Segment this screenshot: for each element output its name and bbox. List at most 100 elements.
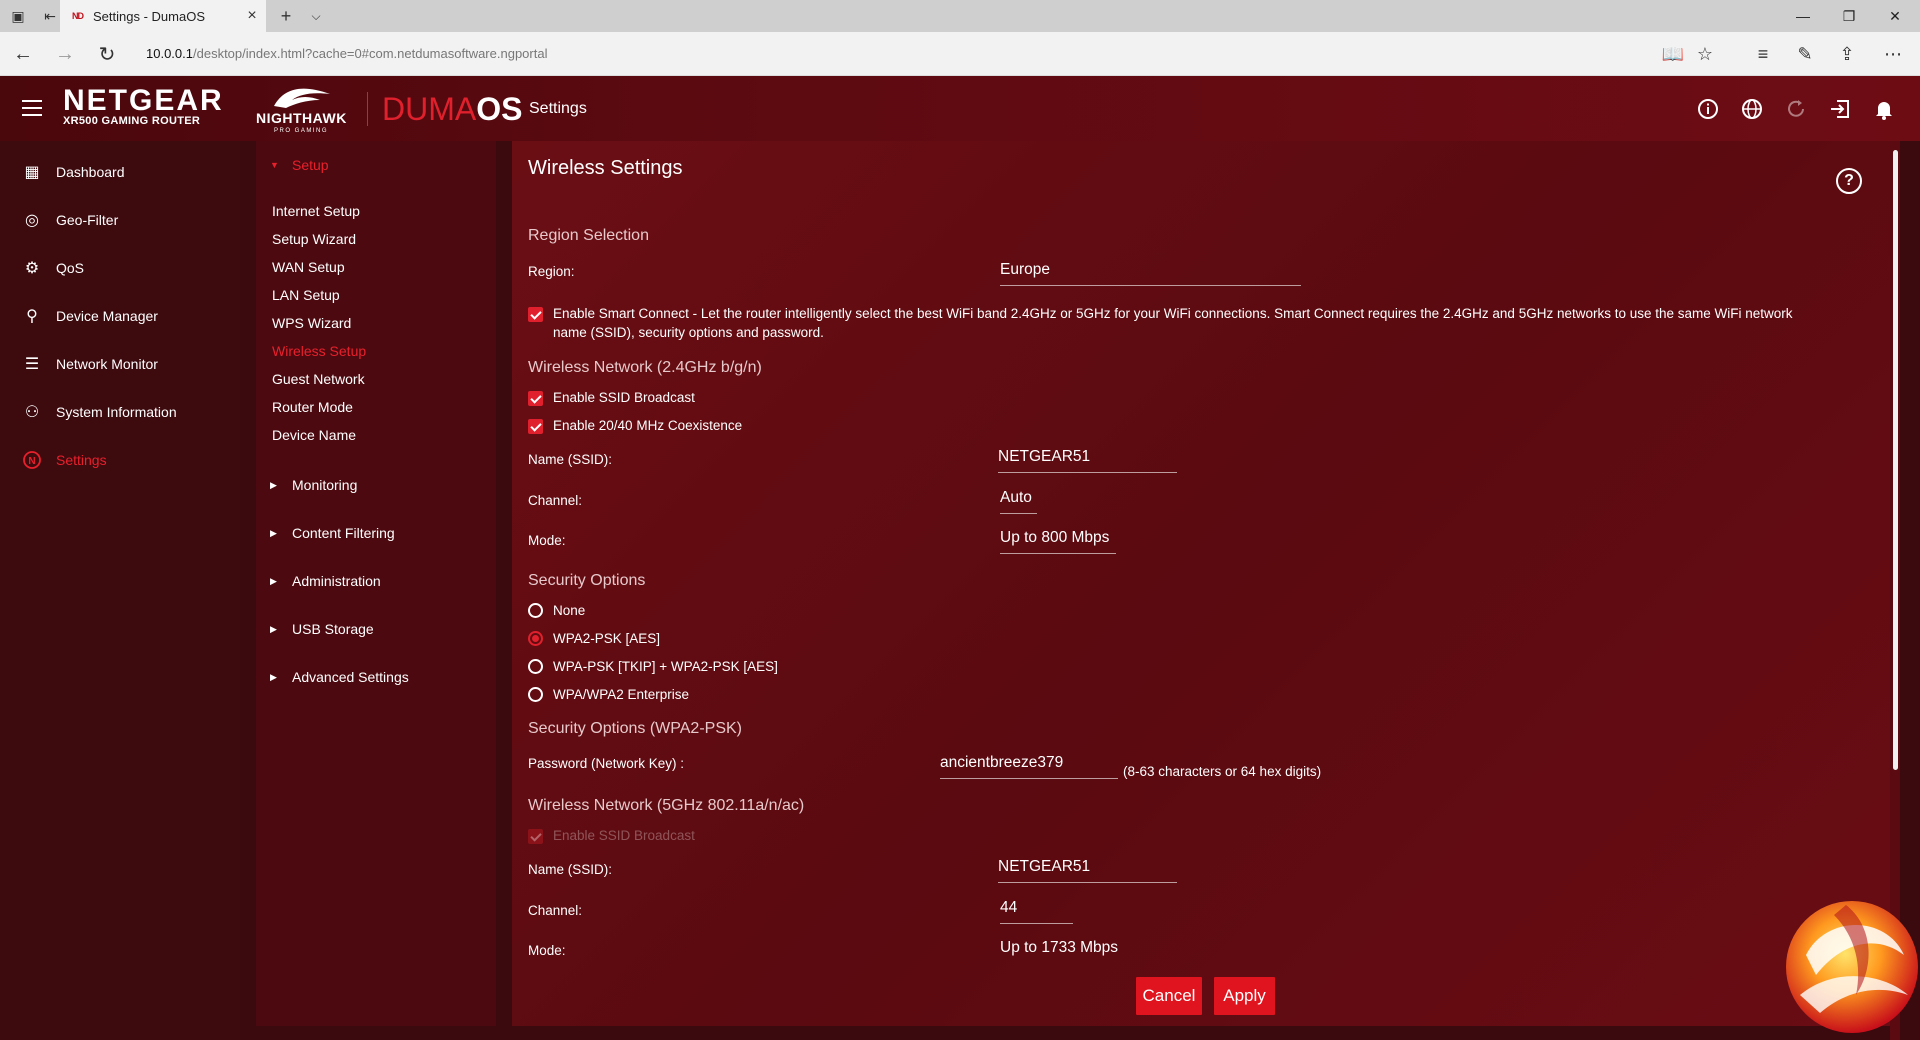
- browser-tab[interactable]: ND Settings - DumaOS ×: [60, 0, 266, 32]
- system-information-icon: ⚇: [24, 404, 40, 421]
- back-arrow-icon[interactable]: ←: [6, 38, 40, 70]
- bell-icon[interactable]: [1870, 95, 1898, 123]
- submenu-link-wps-wizard[interactable]: WPS Wizard: [272, 315, 351, 331]
- sidebar-item-qos[interactable]: ⚙ QoS: [0, 248, 240, 288]
- url-path: /desktop/index.html?cache=0#com.netdumas…: [193, 46, 548, 61]
- device-manager-icon: ⚲: [26, 308, 38, 325]
- sidebar-item-label: System Information: [56, 404, 177, 420]
- tab-list-chevron-icon[interactable]: ⌵: [302, 0, 330, 32]
- sidebar-item-label: Settings: [56, 452, 107, 468]
- submenu-section-monitoring[interactable]: ▶ Monitoring: [256, 475, 496, 495]
- sidebar-item-network-monitor[interactable]: ☰ Network Monitor: [0, 344, 240, 384]
- help-icon[interactable]: ?: [1836, 168, 1862, 194]
- cancel-button[interactable]: Cancel: [1136, 977, 1202, 1015]
- new-tab-icon[interactable]: +: [272, 0, 300, 32]
- sidebar-item-device-manager[interactable]: ⚲ Device Manager: [0, 296, 240, 336]
- submenu-link-router-mode[interactable]: Router Mode: [272, 399, 353, 415]
- submenu-section-administration[interactable]: ▶ Administration: [256, 571, 496, 591]
- restore-button[interactable]: ❐: [1826, 0, 1872, 32]
- security-option-wpa-wpa2-mixed[interactable]: WPA-PSK [TKIP] + WPA2-PSK [AES]: [528, 659, 778, 674]
- radio-unselected-icon: [528, 687, 543, 702]
- main-sidebar: ▦ Dashboard ◎ Geo-Filter ⚙ QoS ⚲ Device …: [0, 141, 240, 1040]
- minimize-button[interactable]: —: [1780, 0, 1826, 32]
- geofilter-icon: ◎: [25, 212, 39, 229]
- url-field[interactable]: 10.0.0.1/desktop/index.html?cache=0#com.…: [146, 32, 547, 76]
- submenu-link-setup-wizard[interactable]: Setup Wizard: [272, 231, 356, 247]
- radio-label: WPA-PSK [TKIP] + WPA2-PSK [AES]: [553, 659, 778, 674]
- reading-view-icon[interactable]: 📖: [1656, 38, 1690, 70]
- smart-connect-line2: name (SSID), security options and passwo…: [553, 325, 824, 340]
- svg-text:N: N: [28, 456, 35, 467]
- security-option-wpa2-psk[interactable]: WPA2-PSK [AES]: [528, 631, 660, 646]
- settings-icon: N: [20, 450, 44, 470]
- net5-ssid-field[interactable]: NETGEAR51: [998, 858, 1177, 883]
- net24-mode-label: Mode:: [528, 533, 566, 548]
- submenu-link-guest-network[interactable]: Guest Network: [272, 371, 365, 387]
- submenu-section-label: Administration: [292, 573, 381, 589]
- hamburger-menu-icon[interactable]: [22, 100, 42, 116]
- submenu-section-advanced-settings[interactable]: ▶ Advanced Settings: [256, 667, 496, 687]
- net24-ssid-broadcast-checkbox[interactable]: Enable SSID Broadcast: [528, 388, 695, 407]
- submenu-link-device-name[interactable]: Device Name: [272, 427, 356, 443]
- net24-channel-label: Channel:: [528, 493, 583, 508]
- apply-button[interactable]: Apply: [1214, 977, 1275, 1015]
- qos-icon: ⚙: [24, 260, 40, 277]
- net24-channel-select[interactable]: Auto: [1000, 489, 1037, 514]
- hawk-wing-icon: [274, 88, 330, 108]
- tab-preview-icon[interactable]: ▣: [2, 0, 34, 32]
- password-field[interactable]: ancientbreeze379: [940, 754, 1118, 779]
- close-window-button[interactable]: ✕: [1872, 0, 1918, 32]
- net24-name-label: Name (SSID):: [528, 452, 613, 467]
- sidebar-item-dashboard[interactable]: ▦ Dashboard: [0, 152, 240, 192]
- forward-arrow-icon[interactable]: →: [48, 38, 82, 70]
- smart-connect-checkbox[interactable]: Enable Smart Connect - Let the router in…: [528, 304, 1858, 342]
- scrollbar-thumb[interactable]: [1893, 150, 1898, 770]
- favorite-star-icon[interactable]: ☆: [1688, 38, 1722, 70]
- submenu-link-lan-setup[interactable]: LAN Setup: [272, 287, 340, 303]
- submenu-section-label: Content Filtering: [292, 525, 395, 541]
- smart-connect-line1: Enable Smart Connect - Let the router in…: [553, 306, 1793, 321]
- web-note-icon[interactable]: ✎: [1788, 38, 1822, 70]
- submenu-link-wireless-setup[interactable]: Wireless Setup: [272, 343, 366, 359]
- refresh-icon[interactable]: [1782, 95, 1810, 123]
- security-option-enterprise[interactable]: WPA/WPA2 Enterprise: [528, 687, 689, 702]
- submenu-section-setup[interactable]: ▼ Setup: [256, 155, 496, 175]
- region-select[interactable]: Europe: [1000, 261, 1301, 286]
- info-icon[interactable]: [1694, 95, 1722, 123]
- submenu-section-content-filtering[interactable]: ▶ Content Filtering: [256, 523, 496, 543]
- settings-submenu: ▼ Setup Internet Setup Setup Wizard WAN …: [256, 141, 496, 1026]
- submenu-link-internet-setup[interactable]: Internet Setup: [272, 203, 360, 219]
- net5-channel-select[interactable]: 44: [1000, 899, 1073, 924]
- net24-ssid-field[interactable]: NETGEAR51: [998, 448, 1177, 473]
- sidebar-item-system-information[interactable]: ⚇ System Information: [0, 392, 240, 432]
- browser-addressbar: ← → ↻ 10.0.0.1/desktop/index.html?cache=…: [0, 32, 1920, 76]
- net24-coexistence-checkbox[interactable]: Enable 20/40 MHz Coexistence: [528, 416, 742, 435]
- close-tab-icon[interactable]: ×: [238, 7, 266, 25]
- submenu-section-label: USB Storage: [292, 621, 374, 637]
- refresh-icon[interactable]: ↻: [90, 38, 124, 70]
- logout-icon[interactable]: [1826, 95, 1854, 123]
- checkbox-checked-icon: [528, 391, 543, 406]
- share-icon[interactable]: ⇪: [1830, 38, 1864, 70]
- hub-icon[interactable]: ≡: [1746, 38, 1780, 70]
- sidebar-item-label: QoS: [56, 260, 85, 276]
- net24-mode-select[interactable]: Up to 800 Mbps: [1000, 529, 1116, 554]
- watermark-orb-logo: [1786, 901, 1918, 1033]
- security-option-none[interactable]: None: [528, 603, 585, 618]
- url-host: 10.0.0.1: [146, 46, 193, 61]
- globe-icon[interactable]: [1738, 95, 1766, 123]
- sidebar-item-geo-filter[interactable]: ◎ Geo-Filter: [0, 200, 240, 240]
- sidebar-item-settings[interactable]: N Settings: [0, 440, 240, 480]
- submenu-link-wan-setup[interactable]: WAN Setup: [272, 259, 345, 275]
- net5-mode-label: Mode:: [528, 943, 566, 958]
- browser-tabbar: ▣ ⇤ ND Settings - DumaOS × + ⌵ — ❐ ✕: [0, 0, 1920, 32]
- nighthawk-logo: NIGHTHAWK PRO GAMING: [256, 86, 356, 136]
- submenu-section-usb-storage[interactable]: ▶ USB Storage: [256, 619, 496, 639]
- nighthawk-wordmark: NIGHTHAWK: [256, 110, 347, 126]
- net5-mode-value: Up to 1733 Mbps: [1000, 939, 1119, 956]
- more-icon[interactable]: ⋯: [1876, 38, 1910, 70]
- submenu-section-label: Setup: [292, 157, 329, 173]
- app-header: NETGEAR XR500 GAMING ROUTER NIGHTHAWK PR…: [0, 76, 1920, 141]
- nighthawk-subtitle: PRO GAMING: [274, 128, 329, 134]
- submenu-section-label: Advanced Settings: [292, 669, 409, 685]
